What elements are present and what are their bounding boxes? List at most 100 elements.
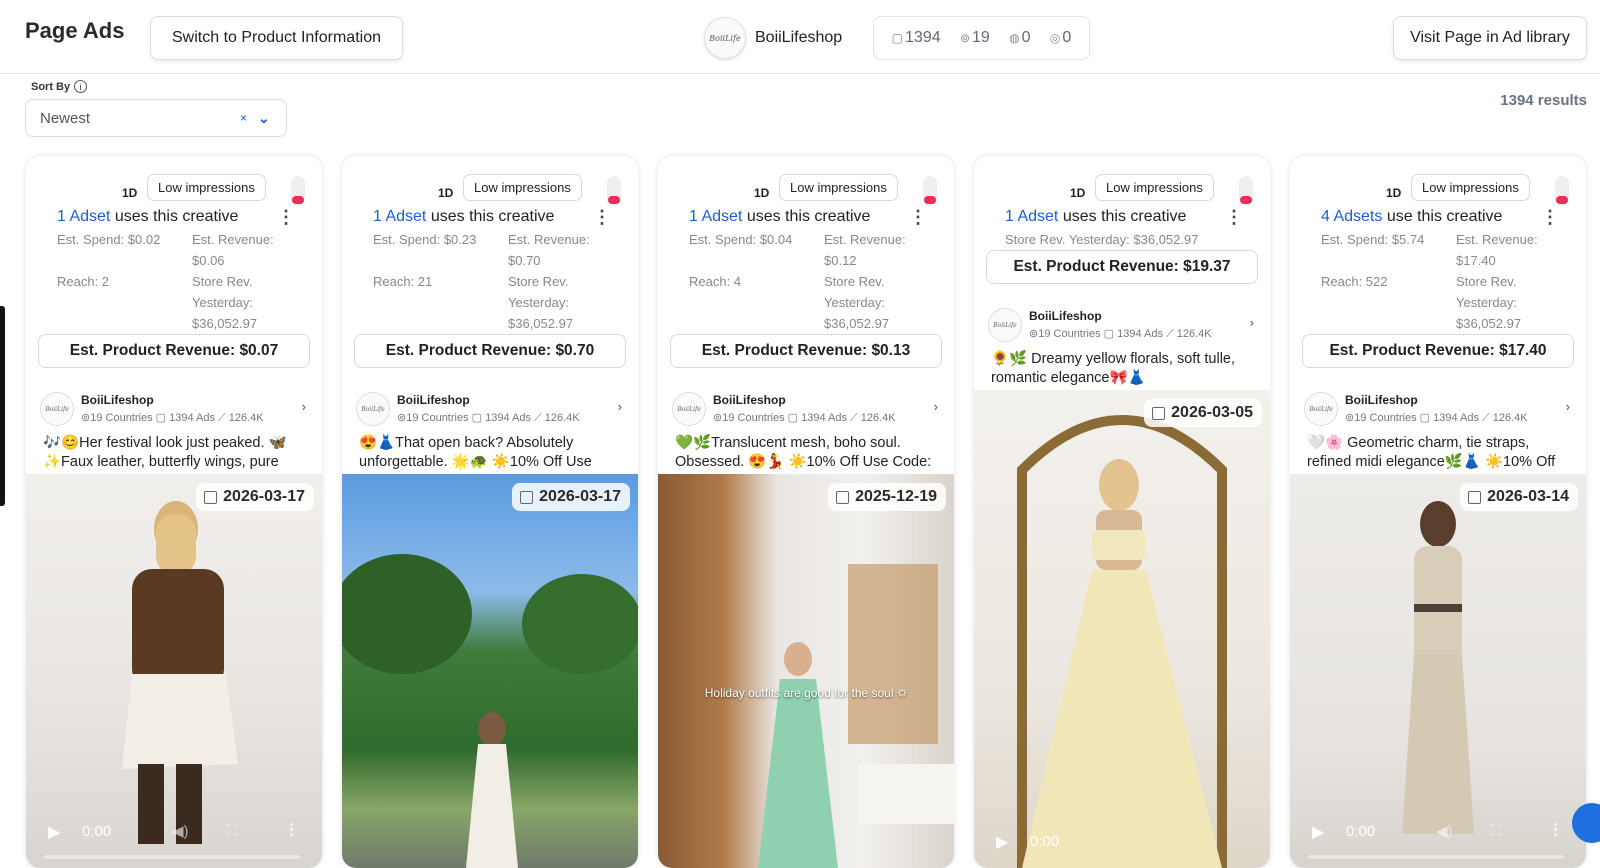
shop-logo[interactable]: BoiiLife	[704, 17, 746, 59]
shop-name: BoiiLifeshop	[397, 393, 470, 407]
shop-name: BoiiLifeshop	[1029, 309, 1102, 323]
play-icon[interactable]: ▶	[996, 832, 1008, 852]
adset-link[interactable]: 1 Adset	[689, 208, 742, 225]
shop-avatar: BoiiLife	[672, 392, 706, 426]
calendar-icon	[836, 490, 850, 504]
ad-caption: 🌻🌿 Dreamy yellow florals, soft tulle, ro…	[991, 351, 1236, 386]
shop-name: BoiiLifeshop	[81, 393, 154, 407]
chevron-right-icon[interactable]: ›	[934, 399, 938, 414]
adset-link[interactable]: 4 Adsets	[1321, 208, 1382, 225]
chevron-right-icon[interactable]: ›	[618, 399, 622, 414]
ad-caption: 🤍🌸 Geometric charm, tie straps, refined …	[1307, 435, 1556, 470]
date-badge: 2026-03-14	[1460, 483, 1578, 511]
chevron-down-icon[interactable]: ⌄	[258, 110, 270, 127]
play-icon[interactable]: ▶	[1312, 822, 1324, 842]
video-progress-bar[interactable]	[1308, 855, 1564, 859]
fullscreen-icon[interactable]: ⛶	[1490, 822, 1501, 839]
shop-mini-stats: ⊚19 Countries ▢ 1394 Ads ⟋ 126.4K	[81, 412, 264, 424]
shop-mini-stats: ⊚19 Countries ▢ 1394 Ads ⟋ 126.4K	[397, 412, 580, 424]
est-spend: Est. Spend: $5.74	[1321, 232, 1425, 247]
adset-link[interactable]: 1 Adset	[373, 208, 426, 225]
ad-caption: 🎶😊Her festival look just peaked. 🦋✨Faux …	[43, 435, 287, 470]
side-handle[interactable]	[0, 306, 5, 506]
ad-card: 1D Low impressions 4 Adsets use this cre…	[1290, 156, 1586, 868]
ad-video[interactable]: 2026-03-17 ▶ 0:00 ◀) ⛶ ⋮	[26, 474, 322, 868]
more-options-icon[interactable]: ⋮	[1541, 208, 1559, 226]
product-revenue-box[interactable]: Est. Product Revenue: $19.37	[986, 250, 1258, 284]
status-toggle[interactable]	[923, 176, 937, 206]
est-revenue: Est. Revenue: $17.40	[1456, 232, 1538, 268]
chevron-right-icon[interactable]: ›	[302, 399, 306, 414]
ads-icon: ▢	[891, 31, 904, 45]
clear-icon[interactable]: ×	[240, 111, 247, 125]
video-more-icon[interactable]: ⋮	[1548, 820, 1563, 838]
product-revenue-box[interactable]: Est. Product Revenue: $0.07	[38, 334, 310, 368]
video-overlay-text: Holiday outfits are good for the soul 🌣	[704, 686, 908, 700]
date-badge: 2025-12-19	[828, 483, 946, 511]
fullscreen-icon[interactable]: ⛶	[226, 822, 237, 839]
product-revenue-box[interactable]: Est. Product Revenue: $0.70	[354, 334, 626, 368]
video-time: 0:00	[1346, 823, 1376, 840]
est-revenue: Est. Revenue: $0.06	[192, 232, 274, 268]
est-revenue: Est. Revenue: $0.70	[508, 232, 590, 268]
more-options-icon[interactable]: ⋮	[277, 208, 295, 226]
top-bar: Page Ads Switch to Product Information B…	[0, 0, 1600, 74]
est-spend: Est. Spend: $0.04	[689, 232, 793, 247]
facebook-stat: ◍ 0	[1009, 29, 1031, 46]
visit-ad-library-button[interactable]: Visit Page in Ad library	[1393, 16, 1587, 60]
reach: Reach: 2	[57, 274, 110, 289]
video-controls: ▶ 0:00 ◀) ⛶ ⋮	[1290, 808, 1586, 868]
model-figure	[342, 554, 638, 868]
play-icon[interactable]: ▶	[48, 822, 60, 842]
volume-icon[interactable]: ◀)	[1436, 822, 1453, 840]
shop-name: BoiiLifeshop	[1345, 393, 1418, 407]
status-toggle[interactable]	[291, 176, 305, 206]
low-impressions-badge: Low impressions	[1411, 174, 1530, 201]
status-toggle[interactable]	[607, 176, 621, 206]
product-revenue-box[interactable]: Est. Product Revenue: $17.40	[1302, 334, 1574, 368]
chevron-right-icon[interactable]: ›	[1566, 399, 1570, 414]
adset-link[interactable]: 1 Adset	[57, 208, 110, 225]
video-progress-bar[interactable]	[44, 855, 300, 859]
results-count: 1394 results	[1500, 92, 1587, 109]
shop-mini-stats: ⊚19 Countries ▢ 1394 Ads ⟋ 126.4K	[1345, 412, 1528, 424]
more-options-icon[interactable]: ⋮	[593, 208, 611, 226]
ad-card: 1D Low impressions 1 Adset uses this cre…	[342, 156, 638, 868]
store-revenue: Store Rev. Yesterday: $36,052.97	[1005, 232, 1199, 247]
product-revenue-box[interactable]: Est. Product Revenue: $0.13	[670, 334, 942, 368]
est-spend: Est. Spend: $0.23	[373, 232, 477, 247]
ad-video[interactable]: Holiday outfits are good for the soul 🌣 …	[658, 474, 954, 868]
sort-value: Newest	[40, 109, 91, 127]
adset-link[interactable]: 1 Adset	[1005, 208, 1058, 225]
calendar-icon	[204, 490, 218, 504]
facebook-icon: ◍	[1009, 31, 1020, 45]
ad-video[interactable]: 2026-03-05 ▶ 0:00	[974, 390, 1270, 868]
date-badge: 2026-03-05	[1144, 399, 1262, 427]
ad-video[interactable]: 2026-03-14 ▶ 0:00 ◀) ⛶ ⋮	[1290, 474, 1586, 868]
video-time: 0:00	[1030, 833, 1060, 850]
ad-card: 1D Low impressions 1 Adset uses this cre…	[658, 156, 954, 868]
age-label: 1D	[1070, 186, 1086, 200]
status-toggle[interactable]	[1555, 176, 1569, 206]
age-label: 1D	[754, 186, 770, 200]
shop-name[interactable]: BoiiLifeshop	[755, 29, 842, 47]
switch-to-product-info-button[interactable]: Switch to Product Information	[150, 16, 403, 60]
ads-count-stat: ▢ 1394	[891, 29, 941, 46]
info-icon[interactable]: i	[74, 80, 88, 93]
video-more-icon[interactable]: ⋮	[284, 820, 299, 838]
adset-line: 1 Adset uses this creative	[689, 208, 871, 225]
reach: Reach: 21	[373, 274, 433, 289]
more-options-icon[interactable]: ⋮	[1225, 208, 1243, 226]
low-impressions-badge: Low impressions	[147, 174, 266, 201]
age-label: 1D	[1386, 186, 1402, 200]
status-toggle[interactable]	[1239, 176, 1253, 206]
sort-select[interactable]: Newest × ⌄	[25, 99, 287, 137]
instagram-stat: ◎ 0	[1049, 29, 1072, 46]
chevron-right-icon[interactable]: ›	[1250, 315, 1254, 330]
date-badge: 2026-03-17	[196, 483, 314, 511]
volume-icon[interactable]: ◀)	[172, 822, 189, 840]
ad-video[interactable]: 2026-03-17	[342, 474, 638, 868]
instagram-icon: ◎	[1049, 31, 1061, 45]
low-impressions-badge: Low impressions	[1095, 174, 1214, 201]
more-options-icon[interactable]: ⋮	[909, 208, 927, 226]
